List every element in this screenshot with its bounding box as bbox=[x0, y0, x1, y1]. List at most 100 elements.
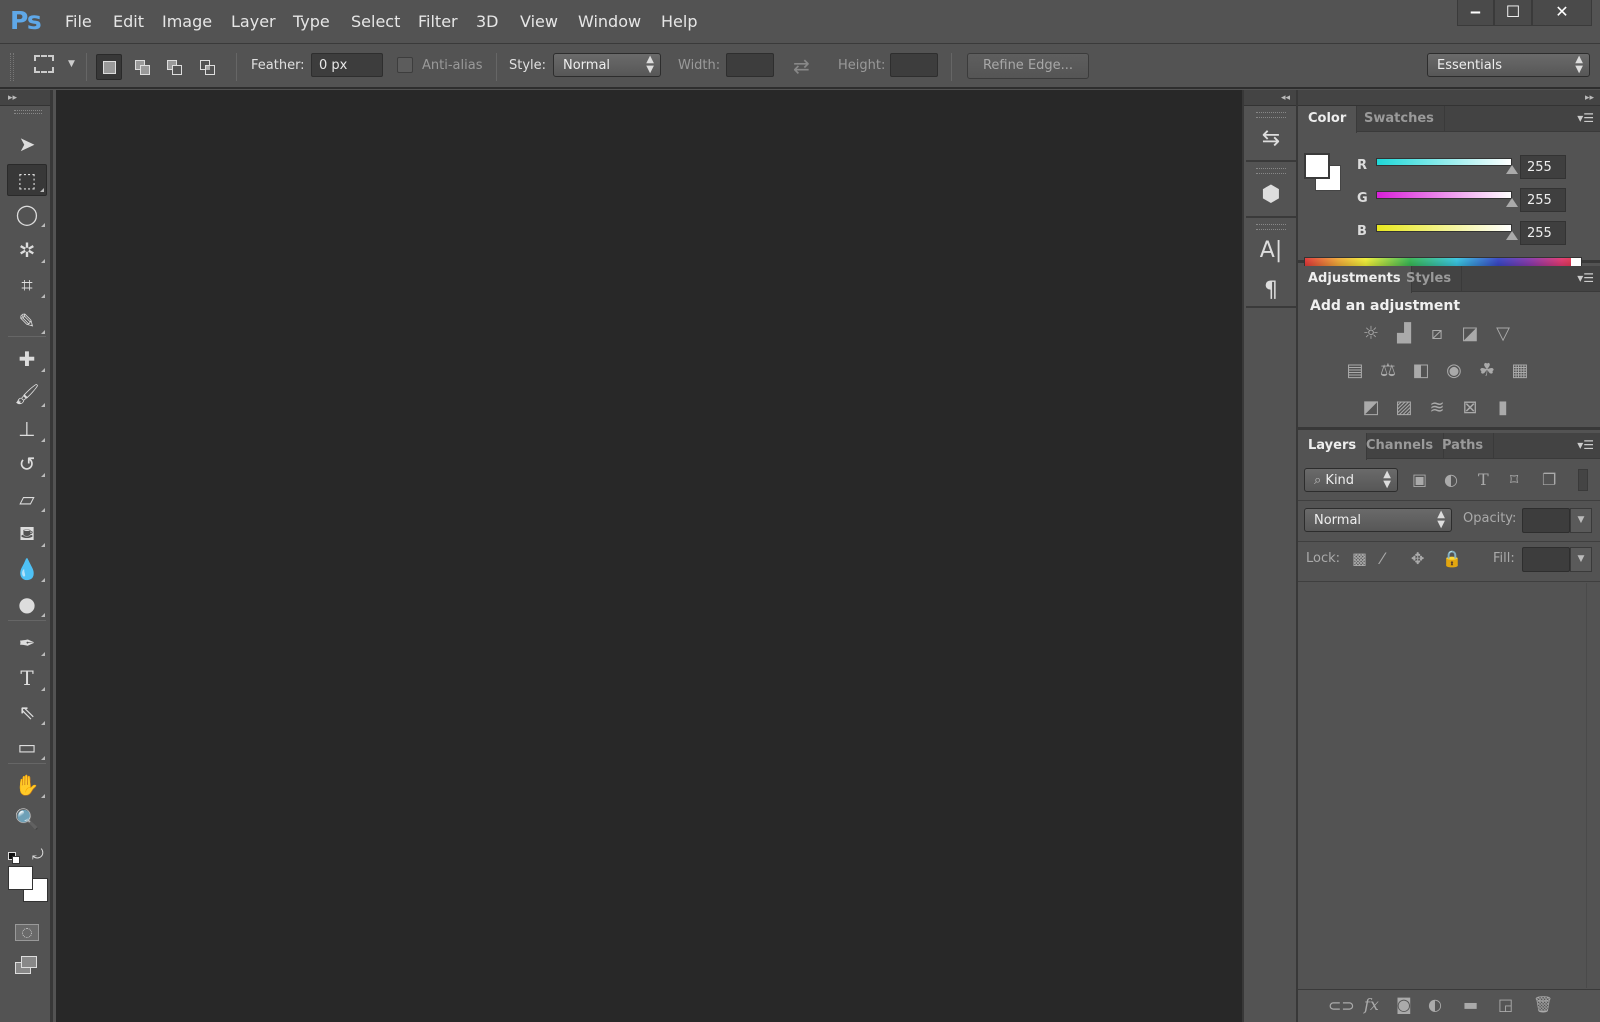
magic-wand-tool[interactable]: ✲ bbox=[7, 234, 47, 266]
g-slider-track[interactable] bbox=[1376, 191, 1512, 199]
paint-bucket-tool[interactable]: ⛾ bbox=[7, 518, 47, 550]
maximize-button[interactable]: ☐ bbox=[1494, 0, 1532, 26]
add-layer-mask-icon[interactable]: ◙ bbox=[1396, 995, 1412, 1014]
move-tool[interactable]: ➤ bbox=[7, 128, 47, 160]
properties-panel-icon[interactable]: ⬢ bbox=[1246, 174, 1296, 214]
menu-file[interactable]: File bbox=[65, 12, 92, 31]
color-lookup-icon[interactable]: ▦ bbox=[1507, 357, 1533, 383]
menu-window[interactable]: Window bbox=[578, 12, 641, 31]
brightness-contrast-icon[interactable]: ☼ bbox=[1358, 320, 1384, 346]
healing-brush-tool[interactable]: ✚ bbox=[7, 343, 47, 375]
b-value-input[interactable]: 255 bbox=[1520, 221, 1566, 245]
quick-mask-button[interactable] bbox=[15, 924, 39, 941]
vibrance-icon[interactable]: ▽ bbox=[1490, 320, 1516, 346]
minimize-button[interactable]: ‒ bbox=[1457, 0, 1494, 26]
dodge-tool[interactable]: ● bbox=[7, 588, 47, 620]
blend-mode-dropdown[interactable]: Normal▲▼ bbox=[1304, 508, 1452, 532]
menu-3d[interactable]: 3D bbox=[476, 12, 499, 31]
refine-edge-button[interactable]: Refine Edge... bbox=[967, 53, 1089, 79]
panel-menu-icon[interactable]: ▾☰ bbox=[1577, 111, 1594, 125]
lock-position-icon[interactable]: ✥ bbox=[1411, 549, 1424, 568]
filter-toggle-switch[interactable] bbox=[1578, 469, 1588, 491]
levels-icon[interactable]: ▟ bbox=[1391, 320, 1417, 346]
menu-select[interactable]: Select bbox=[351, 12, 400, 31]
new-selection-button[interactable] bbox=[96, 54, 122, 80]
lock-transparent-pixels-icon[interactable]: ▩ bbox=[1352, 549, 1367, 568]
lock-image-pixels-icon[interactable]: ⁄ bbox=[1381, 549, 1384, 568]
black-white-icon[interactable]: ◧ bbox=[1408, 357, 1434, 383]
panel-menu-icon[interactable]: ▾☰ bbox=[1577, 271, 1594, 285]
brush-tool[interactable]: 🖌 bbox=[7, 378, 47, 410]
r-slider-thumb[interactable] bbox=[1506, 165, 1518, 174]
filter-smart-objects-icon[interactable]: ❐ bbox=[1542, 470, 1556, 489]
menu-filter[interactable]: Filter bbox=[418, 12, 458, 31]
photo-filter-icon[interactable]: ◉ bbox=[1441, 357, 1467, 383]
filter-adjustment-layers-icon[interactable]: ◐ bbox=[1444, 470, 1458, 489]
menu-image[interactable]: Image bbox=[162, 12, 212, 31]
eraser-tool[interactable]: ▱ bbox=[7, 483, 47, 515]
style-dropdown[interactable]: Normal▲▼ bbox=[553, 53, 661, 77]
panel-menu-icon[interactable]: ▾☰ bbox=[1577, 438, 1594, 452]
document-area[interactable] bbox=[56, 90, 1242, 1022]
threshold-icon[interactable]: ≋ bbox=[1424, 394, 1450, 420]
delete-layer-icon[interactable]: 🗑 bbox=[1533, 995, 1553, 1014]
exposure-icon[interactable]: ◪ bbox=[1457, 320, 1483, 346]
subtract-from-selection-button[interactable] bbox=[161, 54, 187, 80]
eyedropper-tool[interactable]: ✎ bbox=[7, 305, 47, 337]
tab-styles[interactable]: Styles bbox=[1396, 266, 1462, 292]
menu-type[interactable]: Type bbox=[293, 12, 330, 31]
selective-color-icon[interactable]: ⊠ bbox=[1457, 394, 1483, 420]
tool-preset-dropdown-icon[interactable]: ▼ bbox=[68, 59, 75, 69]
invert-icon[interactable]: ◩ bbox=[1358, 394, 1384, 420]
new-group-icon[interactable]: ▬ bbox=[1463, 995, 1478, 1014]
layers-list[interactable] bbox=[1298, 583, 1586, 988]
crop-tool[interactable]: ⌗ bbox=[7, 269, 47, 301]
tools-panel-grip[interactable] bbox=[14, 110, 42, 114]
g-slider-thumb[interactable] bbox=[1506, 198, 1518, 207]
channel-mixer-icon[interactable]: ☘ bbox=[1474, 357, 1500, 383]
width-input[interactable] bbox=[726, 53, 774, 77]
opacity-input[interactable] bbox=[1522, 508, 1570, 533]
pen-tool[interactable]: ✒ bbox=[7, 627, 47, 659]
posterize-icon[interactable]: ▨ bbox=[1391, 394, 1417, 420]
menu-help[interactable]: Help bbox=[661, 12, 697, 31]
layers-scrollbar[interactable] bbox=[1586, 583, 1600, 988]
workspace-dropdown[interactable]: Essentials▲▼ bbox=[1427, 53, 1590, 77]
filter-type-layers-icon[interactable]: T bbox=[1478, 470, 1489, 489]
add-to-selection-button[interactable] bbox=[129, 54, 155, 80]
tab-paths[interactable]: Paths bbox=[1432, 433, 1494, 459]
swap-width-height-icon[interactable]: ⇄ bbox=[793, 54, 810, 78]
menu-layer[interactable]: Layer bbox=[231, 12, 276, 31]
add-layer-style-icon[interactable]: fx bbox=[1364, 995, 1379, 1014]
blur-tool[interactable]: 💧 bbox=[7, 553, 47, 585]
rectangle-tool[interactable]: ▭ bbox=[7, 731, 47, 763]
r-value-input[interactable]: 255 bbox=[1520, 155, 1566, 179]
path-selection-tool[interactable]: ⇖ bbox=[7, 696, 47, 728]
swap-colors-icon[interactable]: ⤾ bbox=[32, 847, 44, 863]
r-slider-track[interactable] bbox=[1376, 158, 1512, 166]
gradient-map-icon[interactable]: ▮ bbox=[1490, 394, 1516, 420]
b-slider-thumb[interactable] bbox=[1506, 231, 1518, 240]
hand-tool[interactable]: ✋ bbox=[7, 769, 47, 801]
fill-input[interactable] bbox=[1522, 547, 1570, 572]
hue-saturation-icon[interactable]: ▤ bbox=[1342, 357, 1368, 383]
tab-adjustments[interactable]: Adjustments bbox=[1298, 266, 1412, 293]
tab-swatches[interactable]: Swatches bbox=[1354, 106, 1445, 132]
opacity-dropdown-button[interactable]: ▼ bbox=[1570, 508, 1592, 533]
new-layer-icon[interactable]: ◲ bbox=[1498, 995, 1513, 1014]
intersect-selection-button[interactable] bbox=[194, 54, 220, 80]
height-input[interactable] bbox=[890, 53, 938, 77]
color-balance-icon[interactable]: ⚖ bbox=[1375, 357, 1401, 383]
default-colors-icon[interactable] bbox=[8, 852, 20, 864]
curves-icon[interactable]: ⧄ bbox=[1424, 320, 1450, 346]
history-brush-tool[interactable]: ↺ bbox=[7, 448, 47, 480]
paragraph-panel-icon[interactable]: ¶ bbox=[1246, 270, 1296, 310]
g-value-input[interactable]: 255 bbox=[1520, 188, 1566, 212]
link-layers-icon[interactable]: ⊂⊃ bbox=[1328, 996, 1355, 1015]
fill-dropdown-button[interactable]: ▼ bbox=[1570, 547, 1592, 572]
tab-channels[interactable]: Channels bbox=[1356, 433, 1444, 459]
zoom-tool[interactable]: 🔍 bbox=[7, 803, 47, 835]
expand-panels-icon[interactable]: ▸▸ bbox=[1298, 90, 1600, 106]
collapse-dock-icon[interactable]: ◂◂ bbox=[1244, 90, 1296, 106]
options-bar-grip[interactable] bbox=[10, 53, 14, 81]
